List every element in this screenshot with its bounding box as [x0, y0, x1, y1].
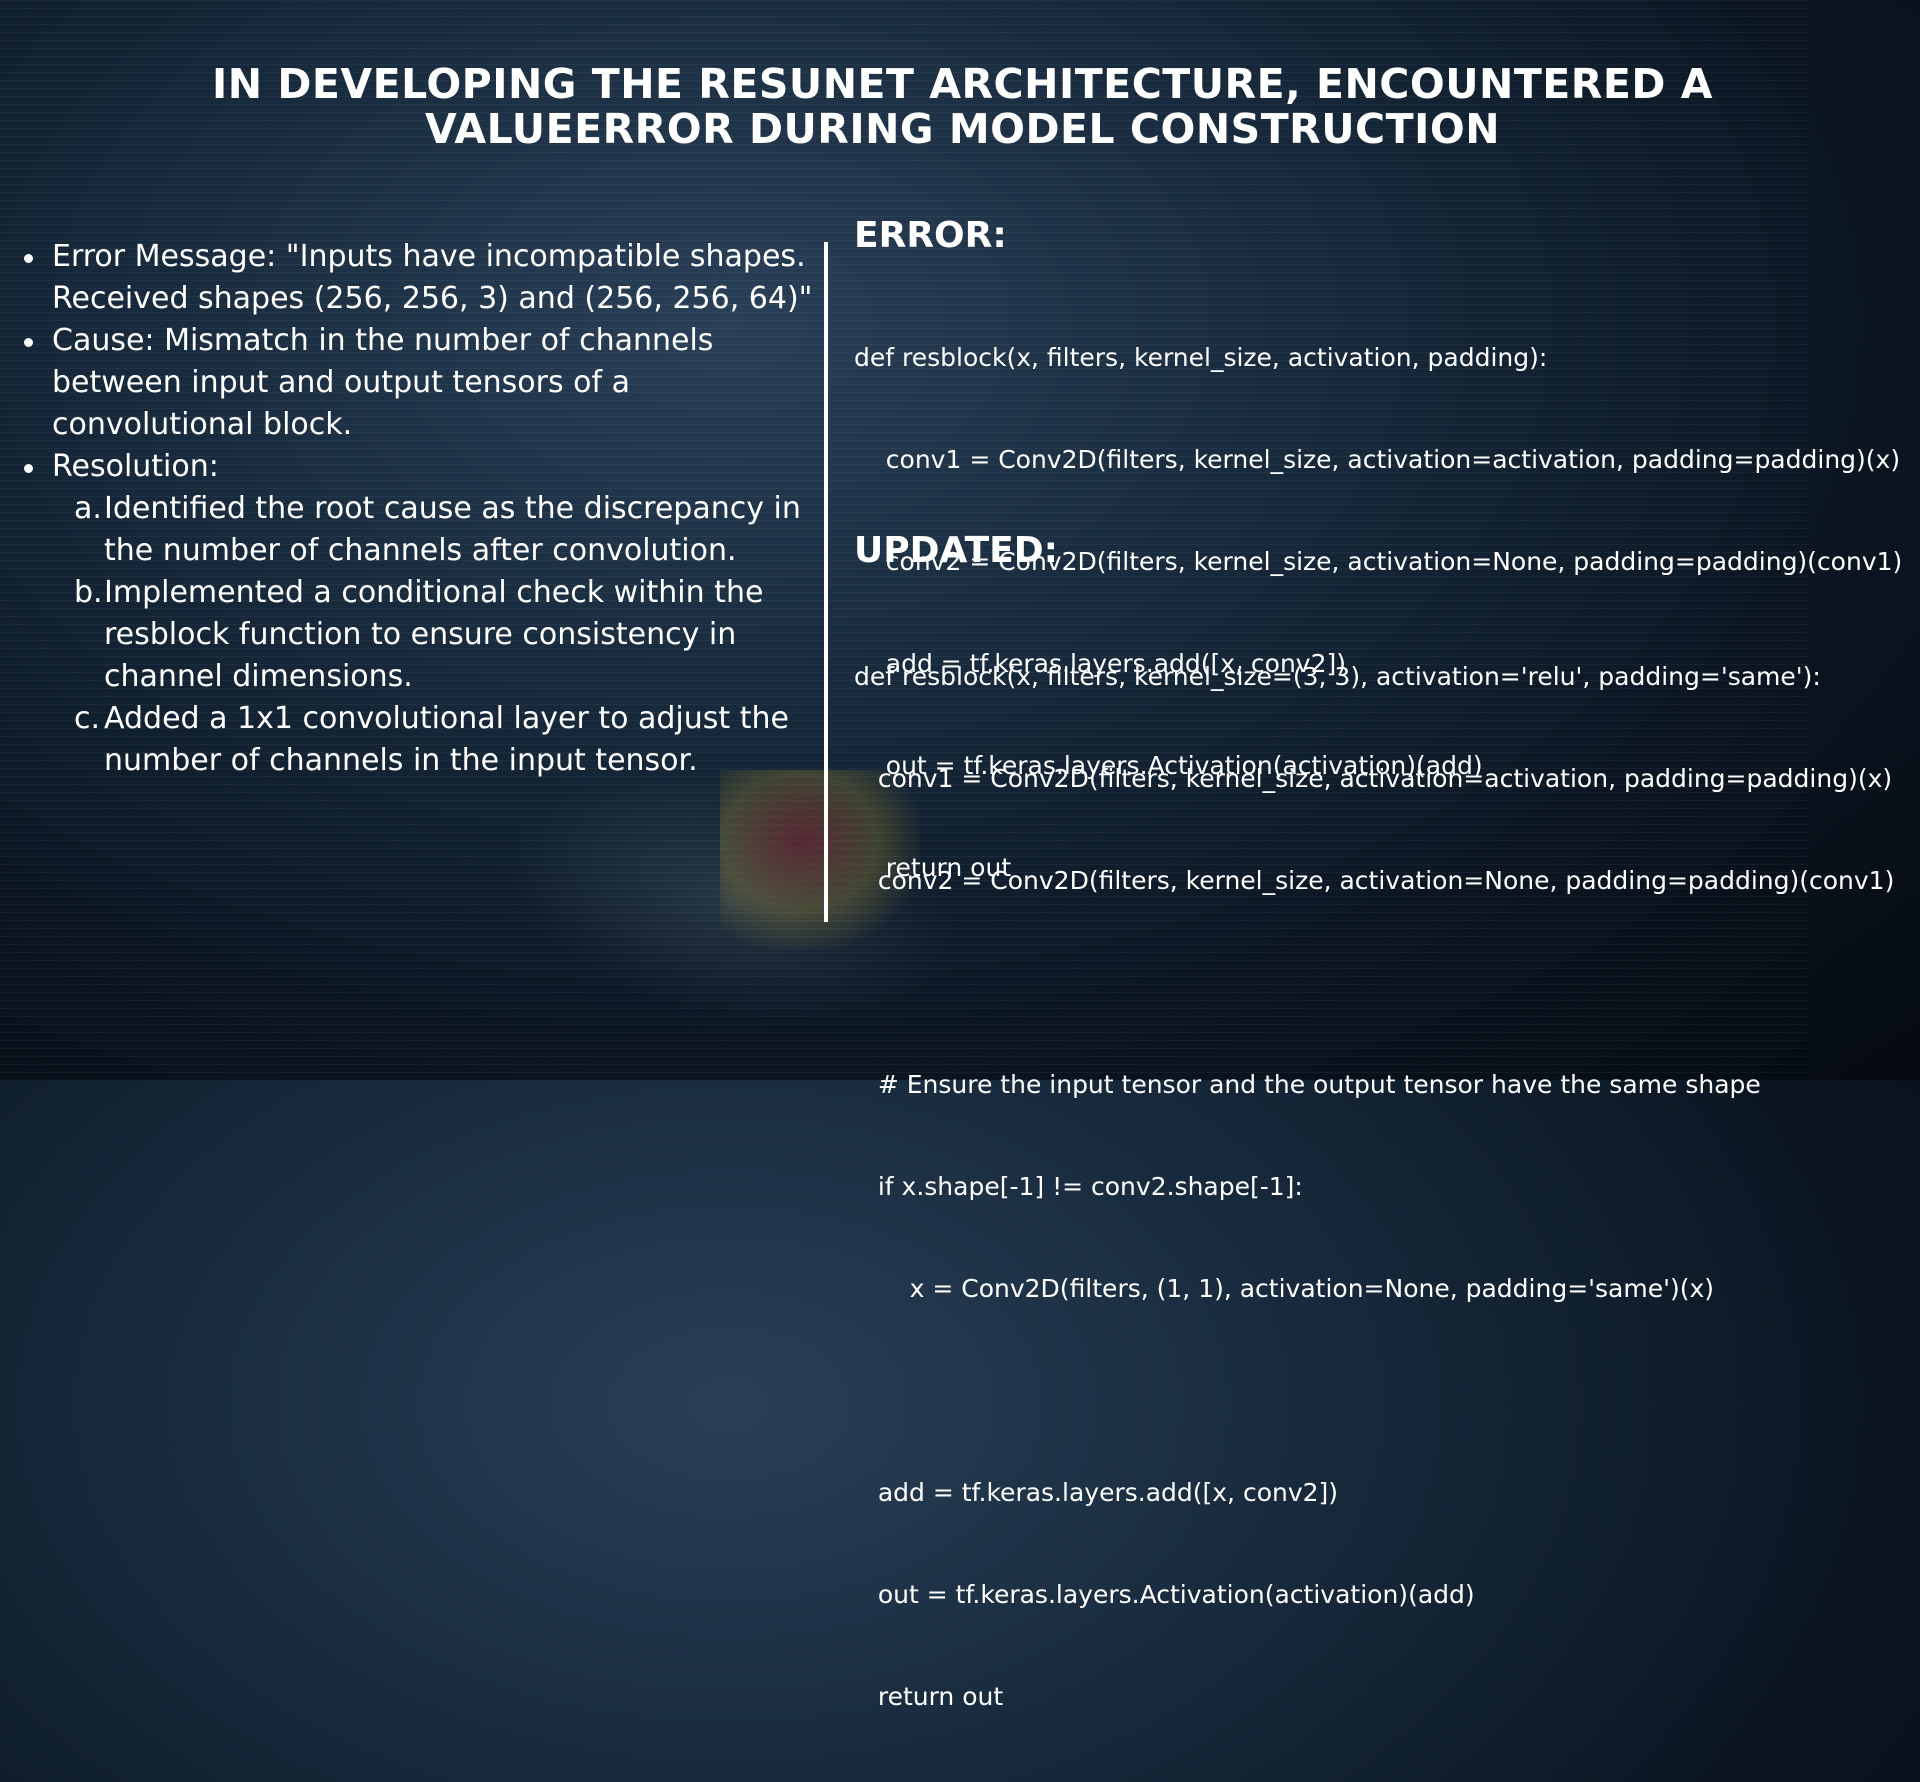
resolution-item-letter: c.: [74, 701, 101, 736]
resolution-item-letter: b.: [74, 575, 103, 610]
resolution-item-text: Implemented a conditional check within t…: [104, 575, 764, 694]
code-line: out = tf.keras.layers.Activation(activat…: [854, 1580, 1475, 1609]
code-line: conv1 = Conv2D(filters, kernel_size, act…: [854, 445, 1901, 474]
slide-title: IN DEVELOPING THE RESUNET ARCHITECTURE, …: [212, 60, 1713, 153]
code-line: # Ensure the input tensor and the output…: [854, 1070, 1761, 1099]
column-divider: [824, 242, 828, 922]
left-column: Error Message: "Inputs have incompatible…: [22, 236, 822, 782]
code-line: def resblock(x, filters, kernel_size=(3,…: [854, 662, 1821, 691]
resolution-item-text: Identified the root cause as the discrep…: [104, 491, 801, 568]
code-line: add = tf.keras.layers.add([x, conv2]): [854, 1478, 1339, 1507]
updated-heading: UPDATED:: [854, 530, 1058, 571]
resolution-item-text: Added a 1x1 convolutional layer to adjus…: [104, 701, 789, 778]
error-message-label: Error Message:: [52, 239, 277, 274]
code-line: conv2 = Conv2D(filters, kernel_size, act…: [854, 866, 1895, 895]
updated-code-block: def resblock(x, filters, kernel_size=(3,…: [854, 592, 1894, 1782]
cause-label: Cause:: [52, 323, 155, 358]
bullet-resolution: Resolution:: [22, 446, 822, 488]
code-line: if x.shape[-1] != conv2.shape[-1]:: [854, 1172, 1303, 1201]
code-line: def resblock(x, filters, kernel_size, ac…: [854, 343, 1548, 372]
bullet-dot: [24, 254, 33, 263]
resolution-item-b: b. Implemented a conditional check withi…: [22, 572, 822, 698]
bullet-dot: [24, 464, 33, 473]
bullet-error-message: Error Message: "Inputs have incompatible…: [22, 236, 822, 320]
error-heading: ERROR:: [854, 215, 1007, 256]
resolution-item-letter: a.: [74, 491, 102, 526]
bullet-dot: [24, 338, 33, 347]
bullet-cause: Cause: Mismatch in the number of channel…: [22, 320, 822, 446]
code-line: x = Conv2D(filters, (1, 1), activation=N…: [854, 1274, 1715, 1303]
resolution-label: Resolution:: [52, 449, 219, 484]
resolution-item-c: c. Added a 1x1 convolutional layer to ad…: [22, 698, 822, 782]
resolution-item-a: a. Identified the root cause as the disc…: [22, 488, 822, 572]
code-line: return out: [854, 1682, 1004, 1711]
code-line: conv1 = Conv2D(filters, kernel_size, act…: [854, 764, 1893, 793]
